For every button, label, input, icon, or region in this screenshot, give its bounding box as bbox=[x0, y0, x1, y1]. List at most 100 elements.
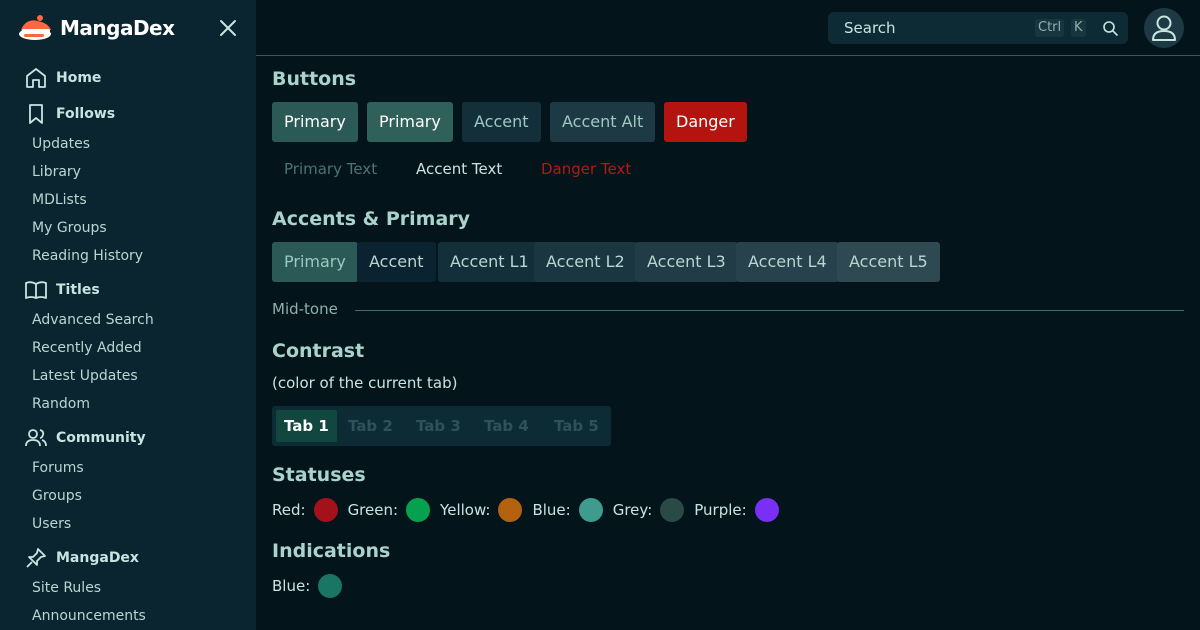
indication-label-blue: Blue: bbox=[272, 577, 311, 595]
indication-dot-blue bbox=[318, 574, 343, 598]
search-placeholder: Search bbox=[844, 19, 896, 37]
sidebar-item-recently-added[interactable]: Recently Added bbox=[0, 334, 256, 362]
sidebar-item-announcements[interactable]: Announcements bbox=[0, 602, 256, 630]
midtone-divider: Mid-tone bbox=[272, 300, 1184, 320]
button-label: Accent Alt bbox=[562, 112, 644, 131]
accent-alt-button[interactable]: Accent Alt bbox=[550, 102, 656, 142]
sidebar-item-users[interactable]: Users bbox=[0, 510, 256, 538]
search-icon bbox=[1103, 21, 1118, 36]
swatch-label: Accent L3 bbox=[647, 252, 726, 271]
status-dot-grey bbox=[660, 498, 685, 522]
accent-swatch-l2[interactable]: Accent L2 bbox=[534, 242, 637, 282]
swatch-label: Accent bbox=[369, 252, 424, 271]
accent-swatch-primary[interactable]: Primary bbox=[272, 242, 358, 282]
accent-button[interactable]: Accent bbox=[462, 102, 541, 142]
contrast-heading: Contrast bbox=[272, 340, 365, 362]
shortcut-k-key: K bbox=[1071, 19, 1086, 37]
sidebar-item-follows[interactable]: Follows bbox=[0, 98, 256, 130]
book-icon bbox=[25, 281, 47, 299]
sidebar-item-library[interactable]: Library bbox=[0, 158, 256, 186]
danger-button[interactable]: Danger bbox=[664, 102, 747, 142]
tab-5[interactable]: Tab 5 bbox=[546, 410, 607, 442]
indications-heading: Indications bbox=[272, 540, 391, 562]
user-icon bbox=[1152, 15, 1176, 41]
users-icon bbox=[25, 429, 47, 447]
accent-swatch-l4[interactable]: Accent L4 bbox=[736, 242, 839, 282]
status-dot-purple bbox=[754, 498, 779, 522]
sidebar-item-groups[interactable]: Groups bbox=[0, 482, 256, 510]
primary-text-button[interactable]: Primary Text bbox=[284, 155, 377, 183]
swatch-label: Accent L4 bbox=[748, 252, 827, 271]
contrast-subtitle: (color of the current tab) bbox=[272, 374, 458, 392]
sidebar-item-label: MangaDex bbox=[56, 550, 139, 566]
status-label-green: Green: bbox=[347, 501, 399, 519]
indication-list: Blue: bbox=[272, 572, 352, 600]
sidebar-item-community[interactable]: Community bbox=[0, 422, 256, 454]
primary-button[interactable]: Primary bbox=[272, 102, 358, 142]
accent-swatch-l5[interactable]: Accent L5 bbox=[837, 242, 940, 282]
home-icon bbox=[26, 68, 46, 88]
tab-3[interactable]: Tab 3 bbox=[408, 410, 469, 442]
status-dot-green bbox=[406, 498, 431, 522]
status-label-yellow: Yellow: bbox=[440, 501, 491, 519]
accent-swatch-accent[interactable]: Accent bbox=[357, 242, 436, 282]
contrast-tabs: Tab 1 Tab 2 Tab 3 Tab 4 Tab 5 bbox=[272, 406, 611, 446]
tab-4[interactable]: Tab 4 bbox=[476, 410, 537, 442]
shortcut-ctrl-key: Ctrl bbox=[1035, 19, 1065, 37]
sidebar-item-forums[interactable]: Forums bbox=[0, 454, 256, 482]
sidebar-item-advanced-search[interactable]: Advanced Search bbox=[0, 306, 256, 334]
buttons-heading: Buttons bbox=[272, 68, 357, 90]
sidebar-item-mdlists[interactable]: MDLists bbox=[0, 186, 256, 214]
accent-text-button[interactable]: Accent Text bbox=[416, 155, 502, 183]
sidebar-item-label: Community bbox=[56, 430, 146, 446]
button-label: Danger bbox=[676, 112, 735, 131]
sidebar-item-my-groups[interactable]: My Groups bbox=[0, 214, 256, 242]
status-label-red: Red: bbox=[272, 501, 306, 519]
accent-swatch-l3[interactable]: Accent L3 bbox=[635, 242, 738, 282]
bookmark-icon bbox=[29, 104, 43, 124]
sidebar: MangaDex Home Follows Updates Library MD… bbox=[0, 0, 256, 630]
button-label: Accent bbox=[474, 112, 529, 131]
midtone-label: Mid-tone bbox=[272, 300, 338, 318]
sidebar-item-site-rules[interactable]: Site Rules bbox=[0, 574, 256, 602]
status-dot-red bbox=[313, 498, 338, 522]
status-label-blue: Blue: bbox=[532, 501, 571, 519]
accent-swatch-l1[interactable]: Accent L1 bbox=[438, 242, 541, 282]
sidebar-nav: Home Follows Updates Library MDLists My … bbox=[0, 62, 256, 630]
sidebar-item-random[interactable]: Random bbox=[0, 390, 256, 418]
close-icon[interactable] bbox=[216, 16, 240, 40]
sidebar-item-label: Titles bbox=[56, 282, 100, 298]
tab-1[interactable]: Tab 1 bbox=[276, 410, 337, 442]
status-label-grey: Grey: bbox=[612, 501, 653, 519]
danger-text-button[interactable]: Danger Text bbox=[541, 155, 631, 183]
button-label: Primary bbox=[284, 112, 346, 131]
primary-button-alt[interactable]: Primary bbox=[367, 102, 453, 142]
status-list: Red: Green: Yellow: Blue: Grey: Purple: bbox=[272, 496, 789, 524]
brand-name: MangaDex bbox=[60, 16, 175, 40]
swatch-label: Accent L2 bbox=[546, 252, 625, 271]
button-label: Primary bbox=[379, 112, 441, 131]
swatch-label: Accent L5 bbox=[849, 252, 928, 271]
top-bar: Search Ctrl K bbox=[256, 0, 1200, 56]
tab-2[interactable]: Tab 2 bbox=[340, 410, 401, 442]
divider-line bbox=[355, 310, 1184, 311]
sidebar-item-latest-updates[interactable]: Latest Updates bbox=[0, 362, 256, 390]
sidebar-item-titles[interactable]: Titles bbox=[0, 274, 256, 306]
accents-heading: Accents & Primary bbox=[272, 208, 471, 230]
statuses-heading: Statuses bbox=[272, 464, 366, 486]
sidebar-item-label: Follows bbox=[56, 106, 116, 122]
sidebar-item-home[interactable]: Home bbox=[0, 62, 256, 94]
search-input[interactable]: Search Ctrl K bbox=[828, 12, 1128, 44]
sidebar-item-updates[interactable]: Updates bbox=[0, 130, 256, 158]
sidebar-item-reading-history[interactable]: Reading History bbox=[0, 242, 256, 270]
mangadex-logo-icon bbox=[19, 15, 51, 40]
sidebar-item-mangadex[interactable]: MangaDex bbox=[0, 542, 256, 574]
user-avatar[interactable] bbox=[1144, 8, 1184, 48]
status-dot-blue bbox=[578, 498, 603, 522]
sidebar-item-label: Home bbox=[56, 70, 102, 86]
brand-logo[interactable]: MangaDex bbox=[18, 12, 240, 44]
status-label-purple: Purple: bbox=[694, 501, 747, 519]
status-dot-yellow bbox=[498, 498, 523, 522]
swatch-label: Accent L1 bbox=[450, 252, 529, 271]
pin-icon bbox=[26, 548, 46, 568]
